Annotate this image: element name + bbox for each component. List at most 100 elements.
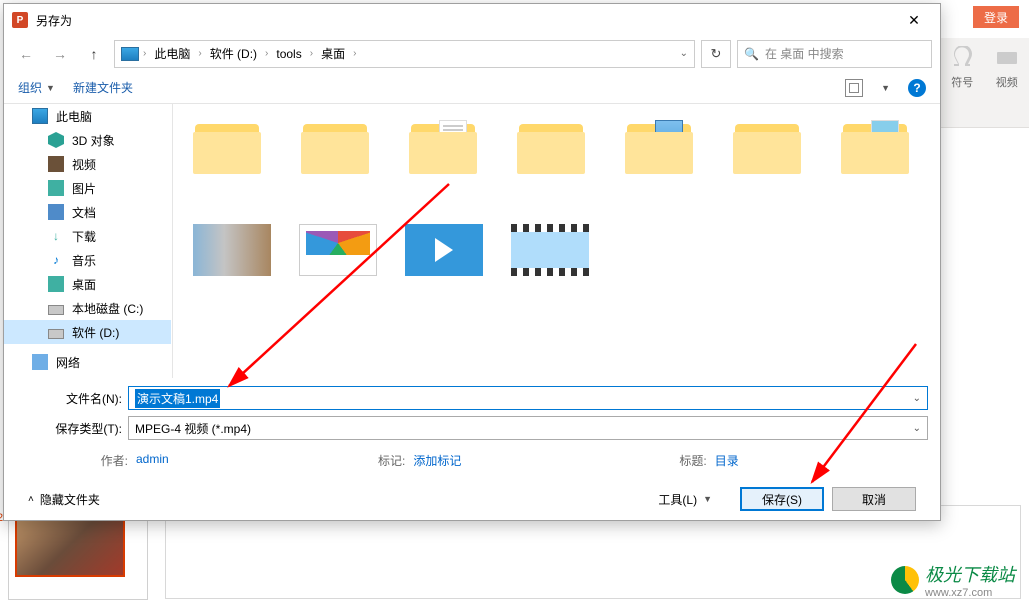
powerpoint-icon: P [12, 12, 28, 28]
filetype-select[interactable]: MPEG-4 视频 (*.mp4) ⌄ [128, 416, 928, 440]
save-button[interactable]: 保存(S) [740, 487, 824, 511]
nav-up-button[interactable]: ↑ [80, 40, 108, 68]
filetype-label: 保存类型(T): [16, 420, 128, 437]
title-label: 标题: [679, 452, 706, 469]
cancel-button[interactable]: 取消 [832, 487, 916, 511]
chevron-down-icon: ⌄ [913, 423, 921, 434]
watermark-url: www.xz7.com [925, 587, 1015, 599]
titlebar: P 另存为 ✕ [4, 4, 940, 36]
search-placeholder: 在 桌面 中搜索 [765, 45, 844, 62]
tag-label: 标记: [378, 452, 405, 469]
tools-menu[interactable]: 工具(L) ▼ [658, 491, 712, 508]
folder-item[interactable] [517, 118, 585, 174]
filename-label: 文件名(N): [16, 390, 128, 407]
watermark-text: 极光下载站 [925, 561, 1015, 587]
sidebar-item-pictures[interactable]: 图片 [4, 176, 171, 200]
chevron-right-icon: › [198, 48, 201, 59]
navigation-sidebar[interactable]: 此电脑 3D 对象 视频 图片 文档 ↓下载 ♪音乐 桌面 本地磁盘 (C:) … [4, 104, 172, 378]
chevron-down-icon: ▼ [46, 83, 55, 93]
folder-item[interactable] [841, 118, 909, 174]
sidebar-item-pc[interactable]: 此电脑 [4, 104, 171, 128]
sidebar-item-disk-d[interactable]: 软件 (D:) [4, 320, 171, 344]
filename-input[interactable]: 演示文稿1.mp4 ⌄ [128, 386, 928, 410]
hide-folders-toggle[interactable]: ˄ 隐藏文件夹 [28, 491, 100, 508]
path-segment[interactable]: tools [272, 47, 305, 61]
disk-icon [48, 305, 64, 315]
downloads-icon: ↓ [48, 228, 64, 244]
search-icon: 🔍 [744, 47, 759, 61]
author-value[interactable]: admin [136, 452, 266, 469]
file-thumbnail[interactable] [405, 224, 483, 276]
organize-menu[interactable]: 组织 [18, 79, 42, 96]
sidebar-item-network[interactable]: 网络 [4, 350, 171, 374]
tag-value[interactable]: 添加标记 [413, 452, 543, 469]
chevron-down-icon[interactable]: ▼ [881, 83, 890, 93]
refresh-button[interactable]: ↻ [701, 40, 731, 68]
sidebar-item-downloads[interactable]: ↓下载 [4, 224, 171, 248]
folder-item[interactable] [409, 118, 477, 174]
chevron-right-icon: › [310, 48, 313, 59]
3d-objects-icon [48, 132, 64, 148]
chevron-up-icon: ˄ [28, 494, 34, 505]
network-icon [32, 354, 48, 370]
toolbar: 组织 ▼ 新建文件夹 ▼ ? [4, 72, 940, 104]
chevron-right-icon: › [265, 48, 268, 59]
sidebar-item-3d[interactable]: 3D 对象 [4, 128, 171, 152]
path-segment[interactable]: 软件 (D:) [206, 45, 261, 62]
chevron-right-icon: › [353, 48, 356, 59]
author-label: 作者: [16, 452, 128, 469]
title-value[interactable]: 目录 [715, 452, 845, 469]
omega-icon [950, 46, 974, 70]
navbar: ← → ↑ › 此电脑 › 软件 (D:) › tools › 桌面 › ⌄ ↻… [4, 36, 940, 72]
filename-value: 演示文稿1.mp4 [135, 389, 220, 408]
pc-icon [121, 47, 139, 61]
login-button[interactable]: 登录 [973, 6, 1019, 28]
folder-item[interactable] [301, 118, 369, 174]
sidebar-item-videos[interactable]: 视频 [4, 152, 171, 176]
watermark: 极光下载站 www.xz7.com [891, 561, 1015, 599]
sidebar-item-music[interactable]: ♪音乐 [4, 248, 171, 272]
video-folder-icon [48, 156, 64, 172]
search-input[interactable]: 🔍 在 桌面 中搜索 [737, 40, 932, 68]
sidebar-item-documents[interactable]: 文档 [4, 200, 171, 224]
view-options-button[interactable] [845, 79, 863, 97]
save-as-dialog: P 另存为 ✕ ← → ↑ › 此电脑 › 软件 (D:) › tools › … [3, 3, 941, 521]
slide-thumbnail[interactable] [15, 512, 125, 577]
sidebar-item-disk-c[interactable]: 本地磁盘 (C:) [4, 296, 171, 320]
sidebar-item-desktop[interactable]: 桌面 [4, 272, 171, 296]
file-thumbnail[interactable] [193, 224, 271, 276]
address-bar[interactable]: › 此电脑 › 软件 (D:) › tools › 桌面 › ⌄ [114, 40, 695, 68]
video-icon [995, 46, 1019, 70]
desktop-icon [48, 276, 64, 292]
file-list-area[interactable] [172, 104, 940, 378]
path-history-dropdown[interactable]: ⌄ [680, 48, 688, 59]
ribbon-video[interactable]: 视频 [985, 38, 1029, 127]
chevron-down-icon[interactable]: ⌄ [913, 393, 921, 404]
folder-item[interactable] [733, 118, 801, 174]
nav-back-button[interactable]: ← [12, 40, 40, 68]
file-thumbnail[interactable] [299, 224, 377, 276]
music-icon: ♪ [48, 252, 64, 268]
nav-forward-button[interactable]: → [46, 40, 74, 68]
ribbon-partial: 符号 视频 [939, 38, 1029, 128]
ribbon-symbol[interactable]: 符号 [940, 38, 985, 127]
file-thumbnail[interactable] [511, 224, 589, 276]
dialog-title: 另存为 [36, 12, 896, 29]
close-button[interactable]: ✕ [896, 6, 932, 34]
watermark-logo-icon [891, 566, 919, 594]
chevron-right-icon: › [143, 48, 146, 59]
chevron-down-icon: ▼ [703, 494, 712, 504]
path-segment[interactable]: 此电脑 [150, 45, 194, 62]
folder-item[interactable] [625, 118, 693, 174]
new-folder-button[interactable]: 新建文件夹 [73, 79, 133, 96]
bottom-form: 文件名(N): 演示文稿1.mp4 ⌄ 保存类型(T): MPEG-4 视频 (… [4, 378, 940, 519]
play-icon [435, 238, 453, 262]
filetype-value: MPEG-4 视频 (*.mp4) [135, 420, 251, 437]
pictures-icon [48, 180, 64, 196]
folder-item[interactable] [193, 118, 261, 174]
help-button[interactable]: ? [908, 79, 926, 97]
path-segment[interactable]: 桌面 [317, 45, 349, 62]
pc-icon [32, 108, 48, 124]
disk-icon [48, 329, 64, 339]
documents-icon [48, 204, 64, 220]
